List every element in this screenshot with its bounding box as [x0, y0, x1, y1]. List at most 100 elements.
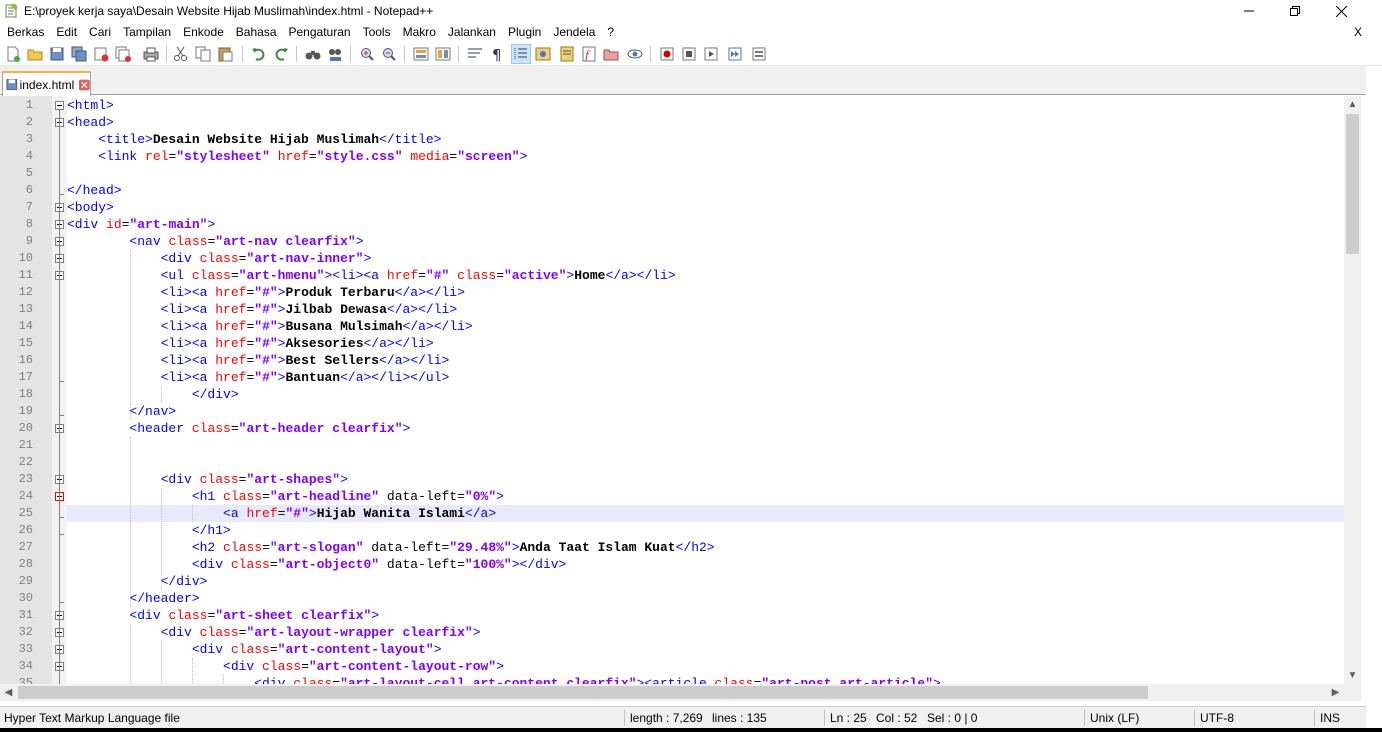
code-line[interactable]	[67, 454, 1344, 471]
code-line[interactable]: <div class="art-shapes">	[67, 471, 1344, 488]
fold-margin[interactable]	[52, 96, 67, 684]
menu-item-bahasa[interactable]: Bahasa	[230, 22, 283, 42]
scroll-left-icon[interactable]: ◀	[0, 684, 17, 701]
minimize-button[interactable]	[1226, 0, 1272, 22]
code-line[interactable]: <li><a href="#">Bantuan</a></li></ul>	[67, 369, 1344, 386]
menu-item-pengaturan[interactable]: Pengaturan	[283, 22, 357, 42]
status-insert-mode[interactable]: INS	[1320, 707, 1340, 729]
save-all-button[interactable]	[70, 45, 88, 63]
scroll-up-icon[interactable]: ▲	[1344, 96, 1361, 113]
code-line[interactable]: <nav class="art-nav clearfix">	[67, 233, 1344, 250]
menu-item-cari[interactable]: Cari	[83, 22, 117, 42]
code-area[interactable]: <html> <head> <title>Desain Website Hijab…	[67, 96, 1344, 684]
scroll-right-icon[interactable]: ▶	[1327, 684, 1344, 701]
code-line[interactable]: <li><a href="#">Best Sellers</a></li>	[67, 352, 1344, 369]
tab-close-icon[interactable]	[79, 79, 90, 91]
horizontal-scroll-thumb[interactable]	[18, 686, 1148, 699]
code-line[interactable]: <a href="#">Hijab Wanita Islami</a>	[67, 505, 1344, 522]
menu-item-help[interactable]: ?	[601, 22, 620, 42]
horizontal-scrollbar[interactable]: ◀ ▶	[0, 684, 1344, 701]
code-line[interactable]: </div>	[67, 573, 1344, 590]
code-line[interactable]: <li><a href="#">Produk Terbaru</a></li>	[67, 284, 1344, 301]
close-all-button[interactable]	[114, 45, 132, 63]
sync-vertical-button[interactable]	[412, 45, 430, 63]
code-line[interactable]: <li><a href="#">Jilbab Dewasa</a></li>	[67, 301, 1344, 318]
open-file-button[interactable]	[26, 45, 44, 63]
menu-item-makro[interactable]: Makro	[397, 22, 442, 42]
new-file-button[interactable]	[4, 45, 22, 63]
menu-item-tools[interactable]: Tools	[357, 22, 397, 42]
fold-toggle-icon[interactable]	[55, 101, 64, 110]
code-line[interactable]: <div class="art-content-layout">	[67, 641, 1344, 658]
code-line[interactable]	[67, 165, 1344, 182]
code-line[interactable]: </nav>	[67, 403, 1344, 420]
code-line[interactable]	[67, 437, 1344, 454]
replace-button[interactable]	[326, 45, 344, 63]
code-line[interactable]: <body>	[67, 199, 1344, 216]
macro-run-multiple-button[interactable]	[726, 45, 744, 63]
code-line[interactable]: </h1>	[67, 522, 1344, 539]
code-line[interactable]: <head>	[67, 114, 1344, 131]
menu-item-plugin[interactable]: Plugin	[502, 22, 547, 42]
code-line[interactable]: <header class="art-header clearfix">	[67, 420, 1344, 437]
cut-button[interactable]	[172, 45, 190, 63]
vertical-scroll-thumb[interactable]	[1346, 114, 1359, 254]
folder-workspace-button[interactable]	[602, 45, 620, 63]
menu-item-enkode[interactable]: Enkode	[177, 22, 230, 42]
status-eol[interactable]: Unix (LF)	[1090, 707, 1139, 729]
sync-horizontal-button[interactable]	[434, 45, 452, 63]
redo-button[interactable]	[272, 45, 290, 63]
code-line[interactable]: <div class="art-content-layout-row">	[67, 658, 1344, 675]
close-file-button[interactable]	[92, 45, 110, 63]
copy-button[interactable]	[194, 45, 212, 63]
udl-button[interactable]	[534, 45, 552, 63]
code-line[interactable]: <link rel="stylesheet" href="style.css" …	[67, 148, 1344, 165]
code-line[interactable]: <div class="art-layout-cell art-content …	[67, 675, 1344, 684]
save-button[interactable]	[48, 45, 66, 63]
macro-record-button[interactable]	[658, 45, 676, 63]
monitoring-button[interactable]	[626, 45, 644, 63]
code-line[interactable]: <html>	[67, 97, 1344, 114]
code-line[interactable]: </header>	[67, 590, 1344, 607]
tab-index-html[interactable]: index.html	[2, 71, 91, 96]
code-line[interactable]: <div class="art-nav-inner">	[67, 250, 1344, 267]
macro-stop-button[interactable]	[680, 45, 698, 63]
status-encoding[interactable]: UTF-8	[1200, 707, 1234, 729]
word-wrap-button[interactable]	[466, 45, 484, 63]
vertical-scrollbar[interactable]: ▲ ▼	[1344, 96, 1361, 684]
menu-item-jalankan[interactable]: Jalankan	[442, 22, 502, 42]
paste-button[interactable]	[216, 45, 234, 63]
code-line[interactable]: <div class="art-object0" data-left="100%…	[67, 556, 1344, 573]
macro-play-button[interactable]	[702, 45, 720, 63]
function-list-button[interactable]: f	[580, 45, 598, 63]
code-line[interactable]: <h1 class="art-headline" data-left="0%">	[67, 488, 1344, 505]
code-line[interactable]: <div class="art-layout-wrapper clearfix"…	[67, 624, 1344, 641]
code-line[interactable]: <ul class="art-hmenu"><li><a href="#" cl…	[67, 267, 1344, 284]
zoom-in-button[interactable]	[358, 45, 376, 63]
restore-button[interactable]	[1272, 0, 1318, 22]
zoom-out-button[interactable]	[380, 45, 398, 63]
code-line[interactable]: </div>	[67, 386, 1344, 403]
document-map-button[interactable]	[558, 45, 576, 63]
menu-item-berkas[interactable]: Berkas	[1, 22, 50, 42]
code-line[interactable]: <li><a href="#">Busana Mulsimah</a></li>	[67, 318, 1344, 335]
menu-item-jendela[interactable]: Jendela	[547, 22, 601, 42]
print-button[interactable]	[142, 45, 160, 63]
close-window-button[interactable]	[1318, 0, 1364, 22]
code-editor[interactable]: 1 2 3 4 5 6 7 8 9 10 11 12 13 14 15 16 17 18 19 20 21 22 23 24 2…	[0, 96, 1366, 684]
code-line[interactable]: <div class="art-sheet clearfix">	[67, 607, 1344, 624]
indent-guide-button[interactable]	[511, 44, 531, 64]
menu-item-edit[interactable]: Edit	[50, 22, 83, 42]
code-line[interactable]: <div id="art-main">	[67, 216, 1344, 233]
scroll-down-icon[interactable]: ▼	[1344, 667, 1361, 684]
close-document-menu-button[interactable]: X	[1354, 22, 1362, 42]
code-line[interactable]: <h2 class="art-slogan" data-left="29.48%…	[67, 539, 1344, 556]
code-line[interactable]: <li><a href="#">Aksesories</a></li>	[67, 335, 1344, 352]
code-line[interactable]: <title>Desain Website Hijab Muslimah</ti…	[67, 131, 1344, 148]
code-line[interactable]: </head>	[67, 182, 1344, 199]
find-button[interactable]	[304, 45, 322, 63]
macro-save-button[interactable]	[750, 45, 768, 63]
show-all-characters-button[interactable]: ¶	[488, 45, 506, 63]
menu-item-tampilan[interactable]: Tampilan	[117, 22, 177, 42]
undo-button[interactable]	[250, 45, 268, 63]
